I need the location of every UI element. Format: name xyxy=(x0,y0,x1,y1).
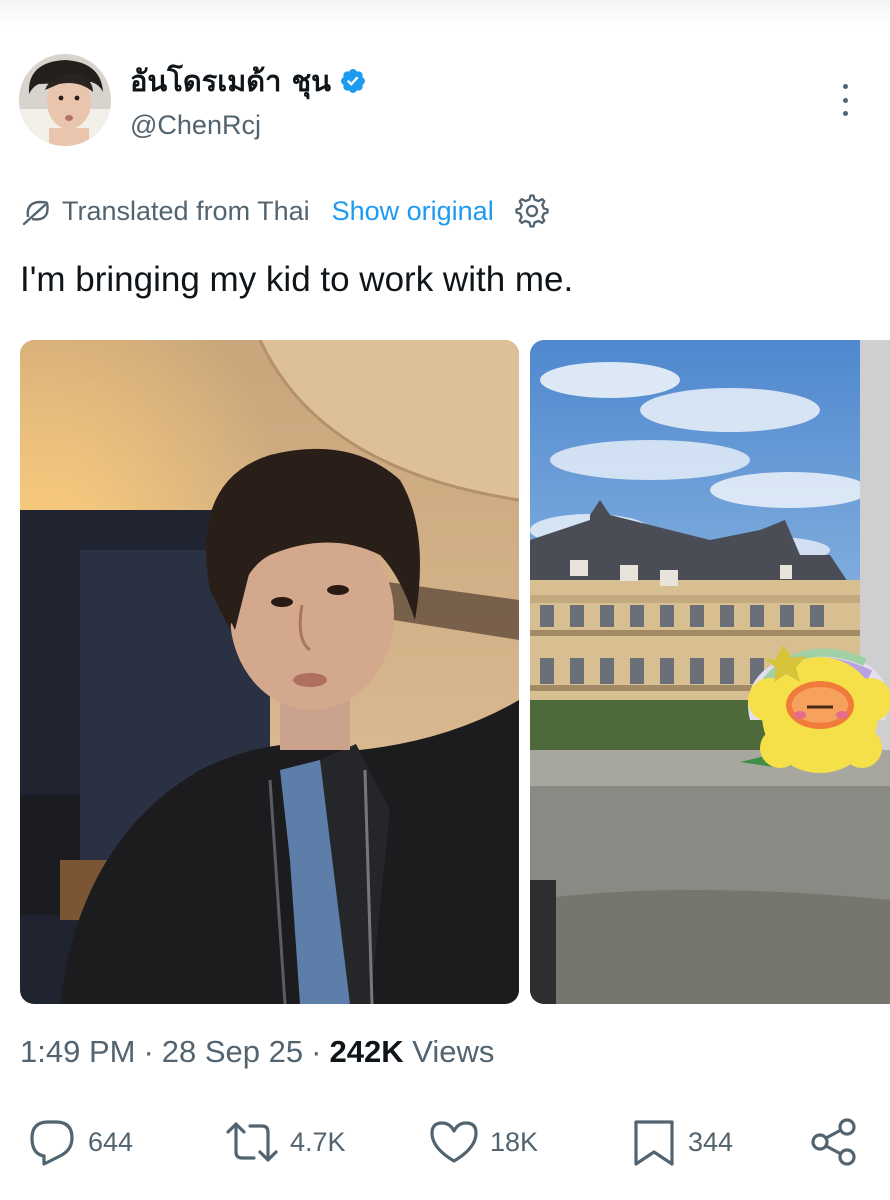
post-photo-2[interactable] xyxy=(530,340,890,1004)
post-time[interactable]: 1:49 PM xyxy=(20,1034,135,1069)
post-text: I'm bringing my kid to work with me. xyxy=(20,260,574,299)
building-plush-photo xyxy=(530,340,890,1004)
reply-button[interactable]: 644 xyxy=(26,1110,133,1174)
views-count: 242K xyxy=(329,1034,404,1069)
top-edge xyxy=(0,0,890,26)
more-options-icon[interactable] xyxy=(832,84,858,116)
share-button[interactable] xyxy=(808,1110,860,1174)
like-count: 18K xyxy=(490,1126,539,1157)
avatar[interactable] xyxy=(19,54,111,146)
bookmark-icon xyxy=(634,1120,674,1166)
heart-icon xyxy=(430,1121,478,1163)
translation-row: Translated from Thai Show original xyxy=(20,192,550,230)
post-photo-1[interactable] xyxy=(20,340,519,1004)
gear-icon[interactable] xyxy=(514,193,550,229)
bookmark-button[interactable]: 344 xyxy=(630,1110,733,1174)
avatar-image xyxy=(19,54,111,146)
like-button[interactable]: 18K xyxy=(428,1110,538,1174)
meta-separator: · xyxy=(143,1034,154,1069)
translated-from-label: Translated from Thai xyxy=(62,195,310,226)
reply-count: 644 xyxy=(88,1126,134,1157)
repost-button[interactable]: 4.7K xyxy=(224,1110,346,1174)
bookmark-count: 344 xyxy=(688,1126,734,1157)
meta-separator: · xyxy=(311,1034,322,1069)
selfie-photo xyxy=(20,340,519,1004)
repost-count: 4.7K xyxy=(290,1126,346,1157)
author-name-row: อันโดรเมด้า ชุน xyxy=(130,58,367,104)
post-meta: 1:49 PM · 28 Sep 25 · 242K Views xyxy=(20,1034,494,1070)
repost-icon xyxy=(226,1122,278,1162)
display-name[interactable]: อันโดรเมด้า ชุน xyxy=(130,58,331,104)
action-bar: 644 4.7K 18K 344 xyxy=(0,1110,890,1174)
post-date[interactable]: 28 Sep 25 xyxy=(162,1034,303,1069)
more-dot xyxy=(842,97,848,103)
verified-badge-icon[interactable] xyxy=(339,67,367,95)
views-label: Views xyxy=(412,1034,495,1069)
more-dot xyxy=(842,111,848,116)
reply-icon xyxy=(30,1120,74,1166)
translate-icon xyxy=(22,200,49,226)
author-handle[interactable]: @ChenRcj xyxy=(130,110,261,141)
more-dot xyxy=(842,84,848,89)
show-original-link[interactable]: Show original xyxy=(332,196,494,227)
share-icon xyxy=(811,1118,856,1166)
